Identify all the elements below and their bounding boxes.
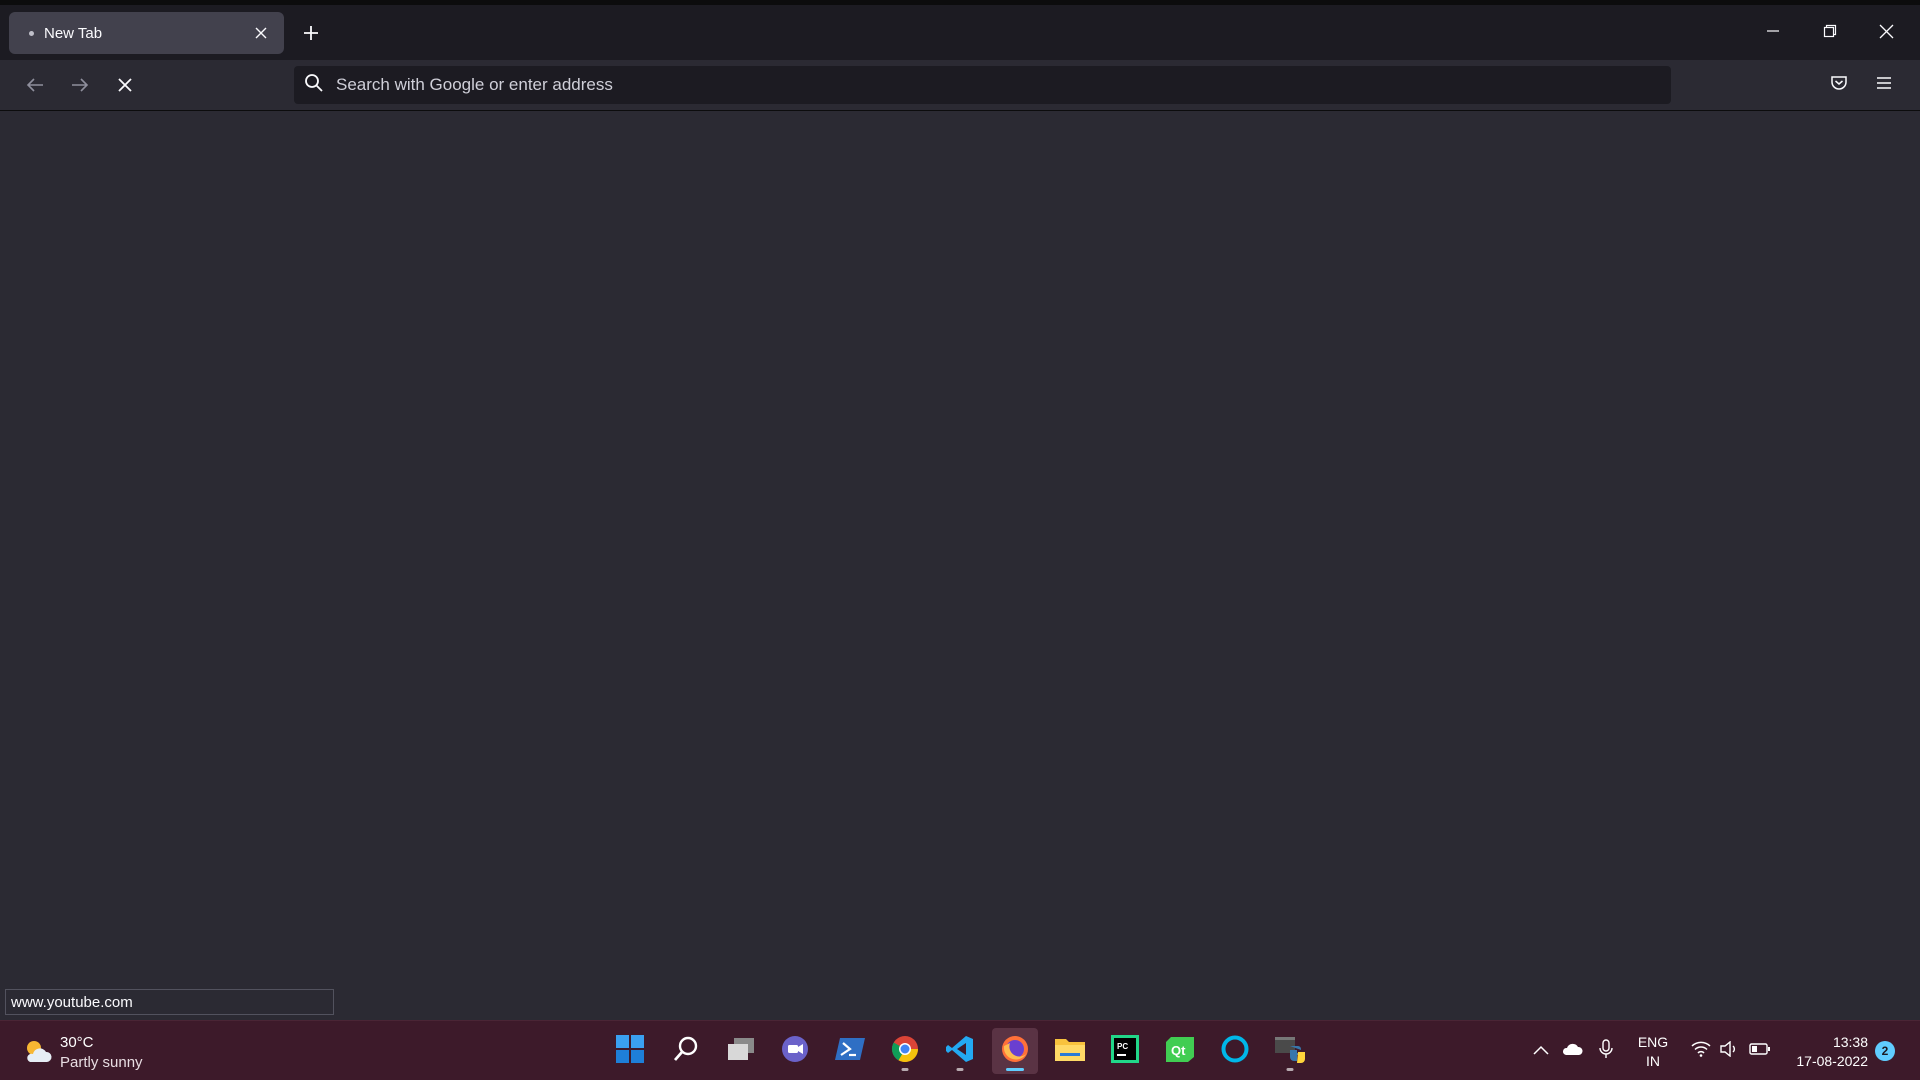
language-code: ENG: [1637, 1034, 1669, 1050]
svg-text:PC: PC: [1117, 1042, 1128, 1051]
notification-badge[interactable]: 2: [1875, 1041, 1895, 1061]
back-button[interactable]: [19, 69, 51, 101]
tab-new-tab[interactable]: New Tab: [9, 12, 284, 54]
show-hidden-icons-button[interactable]: [1530, 1036, 1552, 1066]
partly-sunny-icon: [22, 1038, 52, 1069]
speaker-icon: [1720, 1040, 1738, 1062]
vscode-button[interactable]: [937, 1028, 983, 1074]
restore-button[interactable]: [1810, 15, 1850, 47]
active-indicator: [1006, 1068, 1024, 1071]
powershell-icon: [834, 1035, 866, 1068]
chevron-up-icon: [1533, 1042, 1549, 1060]
pocket-icon: [1830, 74, 1848, 97]
stop-loading-button[interactable]: [109, 69, 141, 101]
windows-start-icon: [615, 1034, 645, 1069]
weather-temperature: 30°C: [60, 1034, 94, 1051]
firefox-icon: [1000, 1034, 1030, 1069]
microphone-tray-button[interactable]: [1595, 1036, 1617, 1066]
clock-time: 13:38: [1832, 1034, 1868, 1050]
hamburger-menu-icon: [1876, 76, 1892, 95]
search-icon: [672, 1035, 700, 1068]
cortana-button[interactable]: [1212, 1028, 1258, 1074]
clock[interactable]: 13:38 17-08-2022: [1778, 1033, 1868, 1071]
vscode-icon: [945, 1034, 975, 1069]
network-tray-button[interactable]: [1688, 1036, 1714, 1066]
app-menu-button[interactable]: [1868, 69, 1900, 101]
folder-icon: [1054, 1035, 1086, 1068]
windows-taskbar: 30°C Partly sunny PC Qt ENG IN 13:38 17-…: [0, 1020, 1920, 1080]
onedrive-tray-button[interactable]: [1559, 1036, 1585, 1066]
address-input[interactable]: [334, 74, 1638, 96]
python-icon: [1274, 1034, 1306, 1069]
search-icon: [304, 73, 324, 98]
microphone-icon: [1599, 1038, 1613, 1064]
loading-dot-icon: [29, 30, 34, 36]
weather-description: Partly sunny: [60, 1054, 143, 1071]
forward-button[interactable]: [64, 69, 96, 101]
taskbar-search-button[interactable]: [663, 1028, 709, 1074]
start-button[interactable]: [607, 1028, 653, 1074]
pycharm-icon: PC: [1111, 1034, 1139, 1068]
svg-text:Qt: Qt: [1171, 1043, 1186, 1058]
task-view-button[interactable]: [718, 1028, 764, 1074]
python-button[interactable]: [1267, 1028, 1313, 1074]
qt-creator-button[interactable]: Qt: [1157, 1028, 1203, 1074]
pocket-button[interactable]: [1823, 69, 1855, 101]
close-window-button[interactable]: [1866, 15, 1906, 47]
weather-widget[interactable]: 30°C Partly sunny: [22, 1033, 143, 1073]
minimize-button[interactable]: [1753, 15, 1793, 47]
navigation-toolbar: [0, 60, 1920, 111]
chat-button[interactable]: [772, 1028, 818, 1074]
tab-label: New Tab: [44, 24, 103, 42]
battery-tray-button[interactable]: [1747, 1036, 1773, 1066]
qt-icon: Qt: [1165, 1035, 1195, 1068]
firefox-button[interactable]: [992, 1028, 1038, 1074]
close-tab-icon[interactable]: [250, 22, 272, 44]
running-indicator: [901, 1068, 909, 1071]
chrome-icon: [890, 1034, 920, 1069]
battery-icon: [1749, 1042, 1771, 1061]
browser-titlebar: New Tab: [0, 0, 1920, 60]
pycharm-button[interactable]: PC: [1102, 1028, 1148, 1074]
cortana-icon: [1220, 1034, 1250, 1069]
page-content: [0, 111, 1920, 1020]
task-view-icon: [726, 1036, 756, 1067]
volume-tray-button[interactable]: [1717, 1036, 1741, 1066]
wifi-icon: [1691, 1041, 1711, 1062]
running-indicator: [956, 1068, 964, 1071]
new-tab-button[interactable]: [296, 18, 326, 48]
input-language-indicator[interactable]: ENG IN: [1627, 1033, 1679, 1071]
chrome-button[interactable]: [882, 1028, 928, 1074]
address-bar[interactable]: [294, 66, 1671, 104]
cloud-icon: [1561, 1042, 1583, 1061]
running-indicator: [1286, 1068, 1294, 1071]
language-region: IN: [1646, 1053, 1660, 1069]
file-explorer-button[interactable]: [1047, 1028, 1093, 1074]
powershell-button[interactable]: [827, 1028, 873, 1074]
clock-date: 17-08-2022: [1796, 1053, 1868, 1069]
video-chat-icon: [780, 1034, 810, 1069]
link-status-panel: www.youtube.com: [5, 989, 334, 1015]
